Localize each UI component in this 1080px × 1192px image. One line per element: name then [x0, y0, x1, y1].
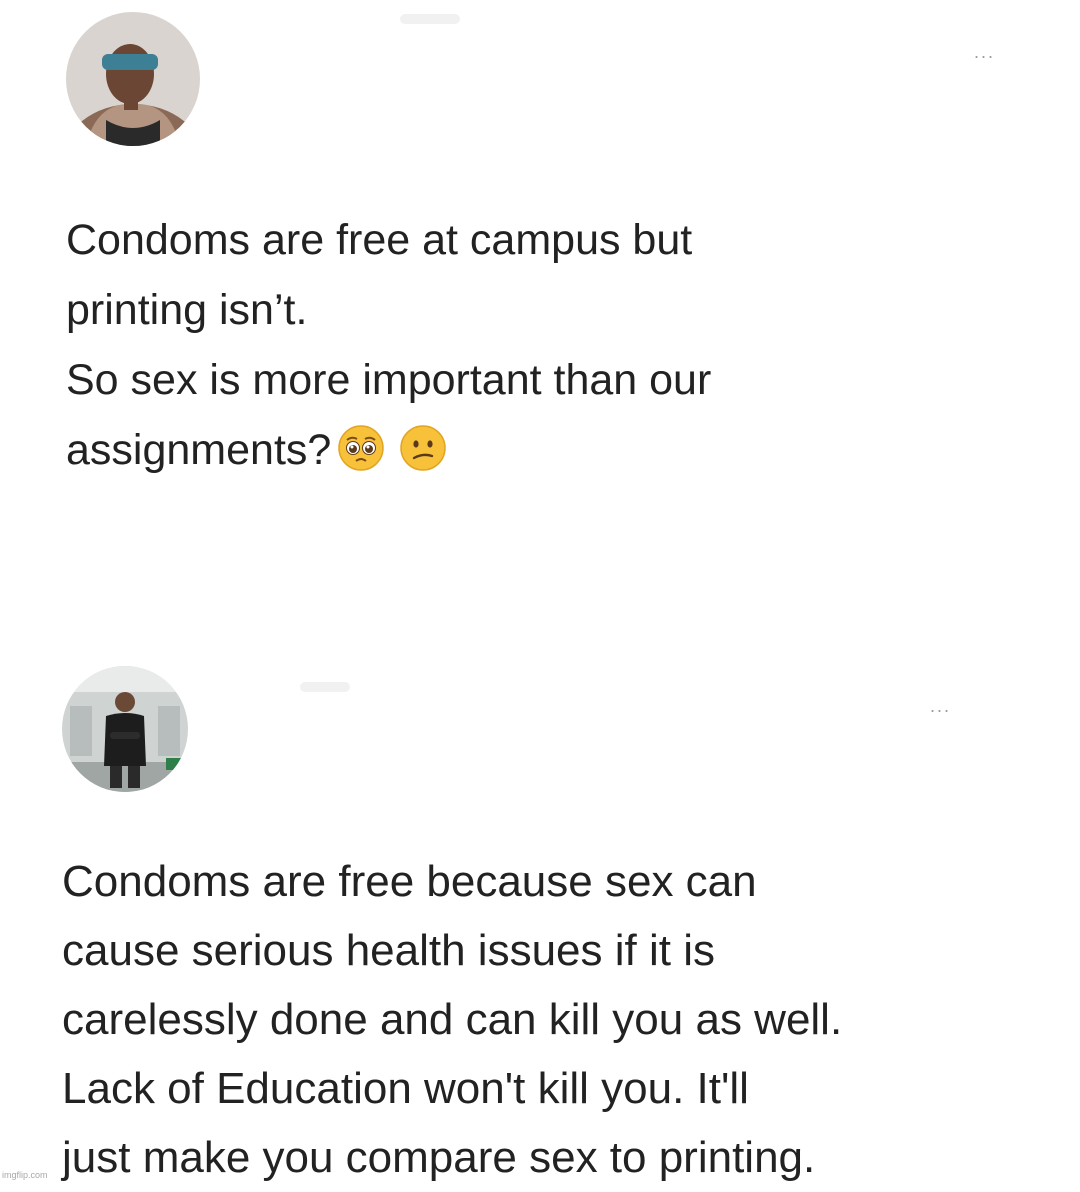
tweet-line: carelessly done and can kill you as well… — [62, 995, 843, 1044]
tweet-card-1: ... Condoms are free at campus but print… — [0, 0, 1080, 560]
tweet-line: just make you compare sex to printing. — [62, 1133, 816, 1182]
more-options-icon[interactable]: ... — [974, 42, 995, 63]
tweet-line: So sex is more important than our — [66, 356, 712, 404]
blurred-username — [400, 14, 460, 24]
confused-face-icon — [400, 425, 447, 471]
tweet-line: cause serious health issues if it is — [62, 926, 715, 975]
avatar-image — [66, 12, 200, 146]
tweet-line: Condoms are free because sex can — [62, 857, 757, 906]
pleading-face-icon — [338, 425, 385, 471]
tweet-body: Condoms are free at campus but printing … — [66, 205, 711, 485]
tweet-line: assignments? — [66, 426, 332, 474]
avatar-image — [62, 666, 188, 792]
blurred-username — [300, 682, 350, 692]
tweet-line: printing isn’t. — [66, 286, 308, 334]
avatar[interactable] — [62, 666, 188, 792]
avatar[interactable] — [66, 12, 200, 146]
more-options-icon[interactable]: ... — [930, 696, 951, 717]
tweet-body: Condoms are free because sex can cause s… — [62, 847, 842, 1192]
tweet-card-2: ... Condoms are free because sex can cau… — [0, 640, 1080, 1185]
tweet-line: Lack of Education won't kill you. It'll — [62, 1064, 749, 1113]
tweet-line: Condoms are free at campus but — [66, 216, 693, 264]
watermark: imgflip.com — [2, 1170, 48, 1180]
